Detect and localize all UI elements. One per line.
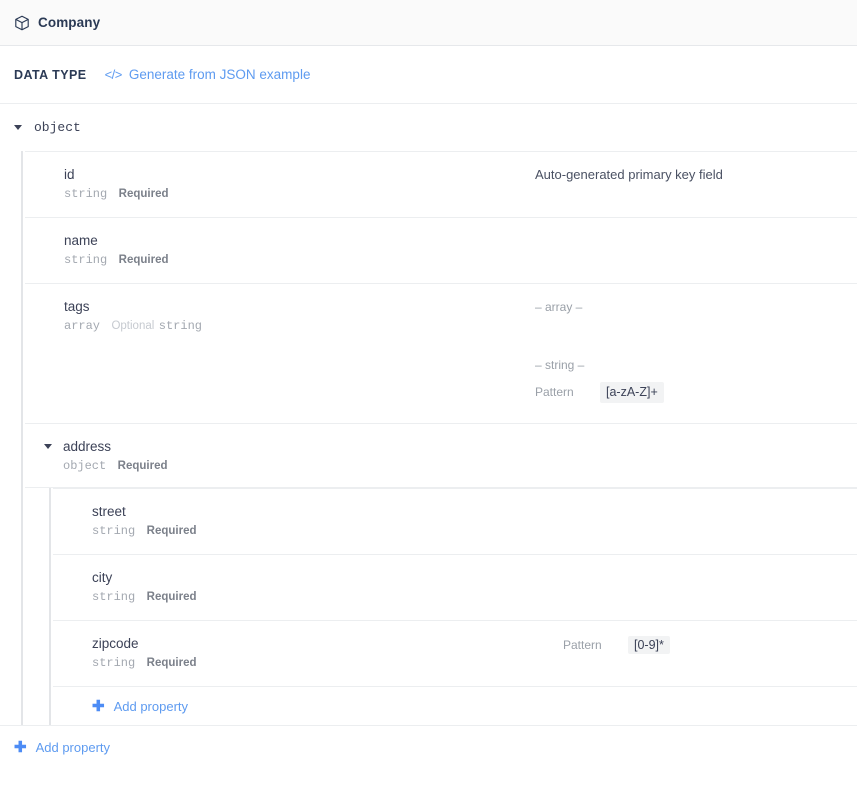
property-flag: Required [146,591,197,603]
table-row[interactable]: address object Required [25,424,857,488]
property-flag: Required [118,188,169,200]
property-meta: array Optional [64,316,159,333]
chevron-down-icon[interactable] [44,444,52,449]
property-info: name string Required [25,232,535,269]
property-name: zipcode [92,636,139,651]
property-meta: string Required [64,250,169,267]
array-section: – array – [535,298,843,316]
cube-icon [15,15,29,30]
property-type: string [92,656,136,670]
add-property-button-address[interactable]: ✚ Add property [53,687,857,725]
property-type: string [92,524,136,538]
table-row[interactable]: street string Required [53,489,857,555]
property-info: id string Required [25,166,535,203]
schema-tree: object id string Required Auto-generated… [0,104,857,769]
property-meta: string Required [92,653,197,670]
property-flag: Optional [111,320,155,332]
root-object-row[interactable]: object [0,104,857,151]
address-children-group: street string Required city string Requi… [25,488,857,725]
property-info: address object Required [25,438,535,475]
property-meta: string Required [92,587,197,604]
property-name: city [92,570,113,585]
plus-icon: ✚ [92,697,105,715]
code-icon: </> [104,67,123,82]
table-row[interactable]: city string Required [53,555,857,621]
address-children-list: street string Required city string Requi… [53,488,857,725]
property-name: tags [64,299,90,314]
root-children-group: id string Required Auto-generated primar… [0,151,857,725]
table-row[interactable]: zipcode string Required Pattern [0-9]* [53,621,857,687]
property-detail: – array – – string – Pattern [a-zA-Z]+ [535,298,857,403]
page-title: Company [38,15,101,30]
table-row[interactable]: id string Required Auto-generated primar… [25,152,857,218]
property-description: Auto-generated primary key field [535,167,723,182]
property-meta: string Required [92,521,197,538]
generate-from-json-link[interactable]: </> Generate from JSON example [105,67,311,82]
property-name: name [64,233,98,248]
property-type: string [92,590,136,604]
property-type: string [64,253,108,267]
property-info: city string Required [53,569,563,606]
property-detail: Auto-generated primary key field [535,166,857,184]
table-row[interactable]: tags array Optional string – array – – s… [25,284,857,424]
pattern-value: [a-zA-Z]+ [600,382,664,403]
property-type: array [64,319,101,333]
property-flag: Required [117,460,168,472]
property-info: zipcode string Required [53,635,563,672]
property-name: street [92,504,126,519]
datatype-bar: DATA TYPE </> Generate from JSON example [0,46,857,104]
pattern-label: Pattern [535,385,574,399]
property-meta: string Required [64,184,169,201]
plus-icon: ✚ [14,739,27,756]
app-header: Company [0,0,857,46]
property-flag: Required [146,525,197,537]
add-property-label: Add property [35,740,111,755]
pattern-value: [0-9]* [628,636,670,654]
property-meta: object Required [63,456,168,473]
property-item-meta: string [159,316,202,333]
chevron-down-icon[interactable] [14,125,22,130]
property-flag: Required [146,657,197,669]
add-property-button-root[interactable]: ✚ Add property [0,725,857,769]
property-name: address [63,439,112,454]
array-section-label: – array – [535,300,583,314]
root-children-list: id string Required Auto-generated primar… [25,151,857,725]
property-detail: Pattern [0-9]* [563,635,857,654]
pattern-constraint: Pattern [a-zA-Z]+ [535,382,843,403]
item-section: – string – Pattern [a-zA-Z]+ [535,356,843,403]
datatype-label: DATA TYPE [14,67,87,82]
pattern-label: Pattern [563,638,602,652]
property-info: tags array Optional string [25,298,535,335]
add-property-label: Add property [113,698,189,714]
generate-from-json-label: Generate from JSON example [128,67,311,82]
property-item-type: string [158,319,202,333]
item-section-label: – string – [535,358,585,372]
property-type: object [63,459,107,473]
pattern-constraint: Pattern [0-9]* [563,636,843,654]
property-type: string [64,187,108,201]
property-flag: Required [118,254,169,266]
property-info: street string Required [53,503,563,540]
property-name: id [64,167,75,182]
root-type-label: object [34,120,81,135]
table-row[interactable]: name string Required [25,218,857,284]
